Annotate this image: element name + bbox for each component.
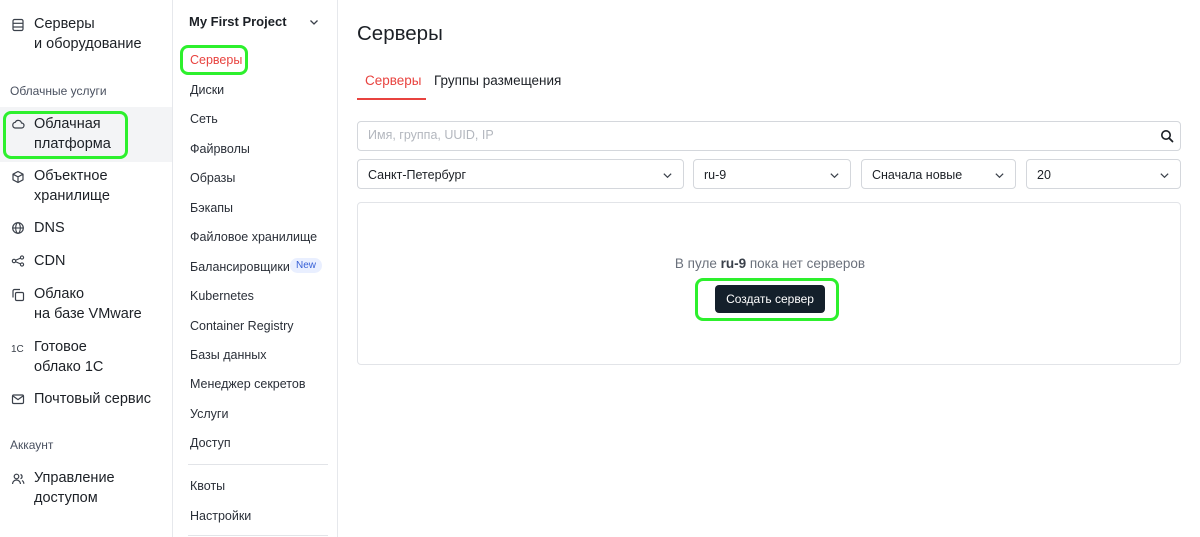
nav-kubernetes[interactable]: Kubernetes [190,289,254,303]
section-cloud-services: Облачные услуги [10,84,107,98]
search-input[interactable] [368,128,1148,142]
sidebar-item-cdn[interactable]: CDN [0,251,172,273]
nav-load-balancers[interactable]: Балансировщики [190,260,290,274]
server-icon [12,18,24,32]
tab-placement-groups[interactable]: Группы размещения [434,73,561,88]
create-server-button[interactable]: Создать сервер [715,285,825,313]
primary-sidebar: Серверы и оборудование Облачные услуги О… [0,0,173,537]
tab-servers[interactable]: Серверы [365,73,422,88]
chevron-down-icon [1160,173,1169,179]
nav-images[interactable]: Образы [190,171,235,185]
nav-services[interactable]: Услуги [190,407,228,421]
empty-prefix: В пуле [674,256,721,271]
copy-icon [12,288,25,302]
nav-quotas[interactable]: Квоты [190,479,225,493]
nav-backups[interactable]: Бэкапы [190,201,233,215]
sidebar-item-label: CDN [34,253,66,269]
sort-select-value: Сначала новые [872,168,963,182]
sidebar-item-label: Почтовый сервис [34,391,151,407]
chevron-down-icon [663,173,672,179]
users-icon [11,473,25,485]
per-page-select-value: 20 [1037,168,1051,182]
project-name[interactable]: My First Project [189,14,287,29]
nav-disks[interactable]: Диски [190,83,224,97]
nodes-icon [11,255,25,267]
page-title: Серверы [357,22,443,45]
empty-state-message: В пуле ru-9 пока нет серверов [358,256,1182,271]
project-sidebar: My First Project Серверы Диски Сеть Файр… [174,0,338,537]
nav-access[interactable]: Доступ [190,436,231,450]
sidebar-item-cloud-platform[interactable]: Облачная платформа [0,107,172,162]
divider [188,464,328,465]
chevron-down-icon [830,173,839,179]
sidebar-item-label: Управление доступом [34,470,115,506]
sidebar-item-label: DNS [34,220,65,236]
sidebar-item-dns[interactable]: DNS [0,218,172,240]
divider [188,535,328,536]
chevron-down-icon [995,173,1004,179]
pool-select-value: ru-9 [704,168,727,182]
nav-firewalls[interactable]: Файрволы [190,142,250,156]
sidebar-item-label: Облако на базе VMware [34,286,142,322]
section-account: Аккаунт [10,438,54,452]
nav-network[interactable]: Сеть [190,112,218,126]
empty-state: В пуле ru-9 пока нет серверов Создать се… [357,202,1181,365]
nav-file-storage[interactable]: Файловое хранилище [190,230,317,244]
mail-icon [11,394,25,405]
sidebar-item-object-storage[interactable]: Объектное хранилище [0,166,172,210]
chevron-down-icon[interactable] [308,16,320,28]
cube-icon [12,170,24,184]
globe-icon [12,222,24,234]
nav-settings[interactable]: Настройки [190,509,251,523]
sidebar-item-label: Облачная платформа [34,116,111,152]
sidebar-item-mail[interactable]: Почтовый сервис [0,389,172,411]
per-page-select[interactable]: 20 [1026,159,1181,189]
sidebar-item-servers[interactable]: Серверы и оборудование [0,14,172,58]
new-badge: New [290,258,323,273]
cloud-icon [12,119,25,129]
region-select-value: Санкт-Петербург [368,168,467,182]
svg-text:1С: 1С [11,344,24,355]
pool-select[interactable]: ru-9 [693,159,851,189]
tab-active-underline [357,98,426,100]
sort-select[interactable]: Сначала новые [861,159,1016,189]
nav-secrets-manager[interactable]: Менеджер секретов [190,377,305,391]
search-icon[interactable] [1160,129,1174,143]
empty-pool-name: ru-9 [720,256,747,271]
sidebar-item-label: Серверы и оборудование [34,16,142,52]
sidebar-item-vmware[interactable]: Облако на базе VMware [0,284,172,328]
search-field [357,121,1181,151]
nav-servers[interactable]: Серверы [190,53,242,67]
sidebar-item-label: Объектное хранилище [34,168,110,204]
sidebar-item-label: Готовое облако 1С [34,339,104,375]
nav-container-registry[interactable]: Container Registry [190,319,294,333]
empty-suffix: пока нет серверов [746,256,866,271]
region-select[interactable]: Санкт-Петербург [357,159,684,189]
nav-databases[interactable]: Базы данных [190,348,267,362]
sidebar-item-access-management[interactable]: Управление доступом [0,468,172,512]
1c-icon: 1С [11,344,24,355]
sidebar-item-1c-cloud[interactable]: 1С Готовое облако 1С [0,337,172,381]
